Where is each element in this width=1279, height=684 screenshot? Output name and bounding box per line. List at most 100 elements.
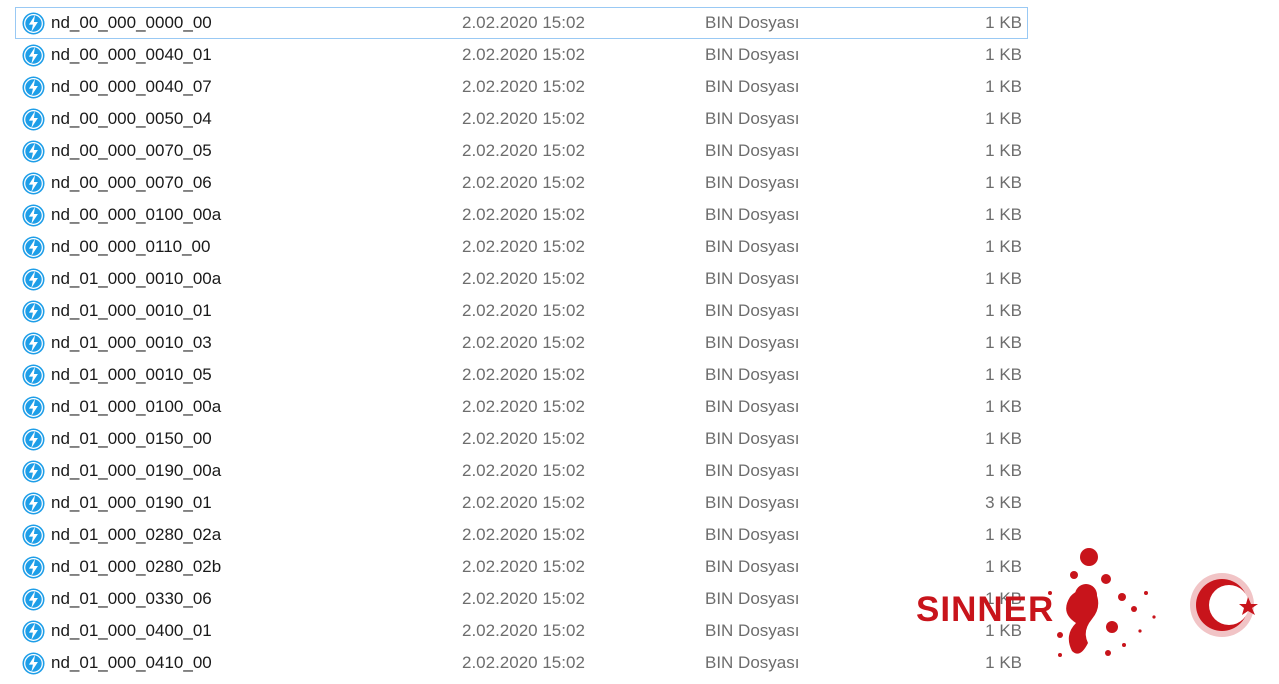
file-type: BIN Dosyası	[705, 365, 800, 384]
file-size: 1 KB	[985, 269, 1022, 288]
file-date-modified: 2.02.2020 15:02	[462, 109, 585, 128]
file-size: 1 KB	[985, 109, 1022, 128]
lightning-file-icon	[22, 140, 45, 163]
file-size: 1 KB	[985, 461, 1022, 480]
file-type: BIN Dosyası	[705, 461, 800, 480]
file-row[interactable]: nd_01_000_0100_00a 2.02.2020 15:02 BIN D…	[15, 391, 1028, 423]
file-type: BIN Dosyası	[705, 557, 800, 576]
lightning-file-icon	[22, 428, 45, 451]
file-name: nd_01_000_0010_03	[51, 333, 212, 352]
file-date-modified: 2.02.2020 15:02	[462, 461, 585, 480]
file-type: BIN Dosyası	[705, 109, 800, 128]
file-name: nd_01_000_0400_01	[51, 621, 212, 640]
lightning-file-icon	[22, 236, 45, 259]
lightning-file-icon	[22, 620, 45, 643]
file-row[interactable]: nd_01_000_0010_00a 2.02.2020 15:02 BIN D…	[15, 263, 1028, 295]
file-date-modified: 2.02.2020 15:02	[462, 397, 585, 416]
file-row[interactable]: nd_01_000_0010_01 2.02.2020 15:02 BIN Do…	[15, 295, 1028, 327]
file-size: 1 KB	[985, 205, 1022, 224]
file-row[interactable]: nd_01_000_0150_00 2.02.2020 15:02 BIN Do…	[15, 423, 1028, 455]
file-type: BIN Dosyası	[705, 621, 800, 640]
file-type: BIN Dosyası	[705, 205, 800, 224]
file-name: nd_00_000_0070_05	[51, 141, 212, 160]
file-date-modified: 2.02.2020 15:02	[462, 333, 585, 352]
file-row[interactable]: nd_00_000_0040_07 2.02.2020 15:02 BIN Do…	[15, 71, 1028, 103]
file-type: BIN Dosyası	[705, 653, 800, 672]
file-size: 3 KB	[985, 493, 1022, 512]
file-row[interactable]: nd_01_000_0190_01 2.02.2020 15:02 BIN Do…	[15, 487, 1028, 519]
file-size: 1 KB	[985, 45, 1022, 64]
file-row[interactable]: nd_00_000_0050_04 2.02.2020 15:02 BIN Do…	[15, 103, 1028, 135]
lightning-file-icon	[22, 12, 45, 35]
file-name: nd_00_000_0070_06	[51, 173, 212, 192]
lightning-file-icon	[22, 588, 45, 611]
file-type: BIN Dosyası	[705, 301, 800, 320]
file-name: nd_01_000_0410_00	[51, 653, 212, 672]
file-date-modified: 2.02.2020 15:02	[462, 13, 585, 32]
file-row[interactable]: nd_00_000_0070_05 2.02.2020 15:02 BIN Do…	[15, 135, 1028, 167]
lightning-file-icon	[22, 172, 45, 195]
file-name: nd_00_000_0100_00a	[51, 205, 222, 224]
file-date-modified: 2.02.2020 15:02	[462, 493, 585, 512]
file-name: nd_00_000_0040_07	[51, 77, 212, 96]
file-type: BIN Dosyası	[705, 13, 800, 32]
file-name: nd_01_000_0190_01	[51, 493, 212, 512]
file-name: nd_01_000_0010_05	[51, 365, 212, 384]
file-row[interactable]: nd_01_000_0410_00 2.02.2020 15:02 BIN Do…	[15, 647, 1028, 679]
file-size: 1 KB	[985, 173, 1022, 192]
file-row[interactable]: nd_01_000_0280_02a 2.02.2020 15:02 BIN D…	[15, 519, 1028, 551]
file-row[interactable]: nd_01_000_0400_01 2.02.2020 15:02 BIN Do…	[15, 615, 1028, 647]
file-type: BIN Dosyası	[705, 141, 800, 160]
file-date-modified: 2.02.2020 15:02	[462, 589, 585, 608]
file-date-modified: 2.02.2020 15:02	[462, 557, 585, 576]
lightning-file-icon	[22, 204, 45, 227]
svg-text:SINNER: SINNER	[916, 590, 1054, 629]
file-row[interactable]: nd_00_000_0000_00 2.02.2020 15:02 BIN Do…	[15, 7, 1028, 39]
lightning-file-icon	[22, 652, 45, 675]
file-row[interactable]: nd_00_000_0040_01 2.02.2020 15:02 BIN Do…	[15, 39, 1028, 71]
file-name: nd_01_000_0330_06	[51, 589, 212, 608]
file-row[interactable]: nd_01_000_0190_00a 2.02.2020 15:02 BIN D…	[15, 455, 1028, 487]
file-date-modified: 2.02.2020 15:02	[462, 141, 585, 160]
lightning-file-icon	[22, 76, 45, 99]
file-row[interactable]: nd_01_000_0280_02b 2.02.2020 15:02 BIN D…	[15, 551, 1028, 583]
file-name: nd_01_000_0100_00a	[51, 397, 222, 416]
file-row[interactable]: nd_01_000_0010_03 2.02.2020 15:02 BIN Do…	[15, 327, 1028, 359]
file-type: BIN Dosyası	[705, 237, 800, 256]
file-type: BIN Dosyası	[705, 333, 800, 352]
file-list: nd_00_000_0000_00 2.02.2020 15:02 BIN Do…	[15, 7, 1028, 679]
file-size: 1 KB	[985, 237, 1022, 256]
file-size: 1 KB	[985, 365, 1022, 384]
file-type: BIN Dosyası	[705, 173, 800, 192]
file-row[interactable]: nd_01_000_0010_05 2.02.2020 15:02 BIN Do…	[15, 359, 1028, 391]
file-row[interactable]: nd_00_000_0100_00a 2.02.2020 15:02 BIN D…	[15, 199, 1028, 231]
file-name: nd_00_000_0110_00	[51, 237, 211, 256]
file-date-modified: 2.02.2020 15:02	[462, 429, 585, 448]
file-date-modified: 2.02.2020 15:02	[462, 525, 585, 544]
file-type: BIN Dosyası	[705, 589, 800, 608]
file-size: 1 KB	[985, 141, 1022, 160]
file-name: nd_00_000_0040_01	[51, 45, 212, 64]
file-size: 1 KB	[985, 429, 1022, 448]
file-date-modified: 2.02.2020 15:02	[462, 45, 585, 64]
file-type: BIN Dosyası	[705, 429, 800, 448]
file-type: BIN Dosyası	[705, 269, 800, 288]
file-size: 1 KB	[985, 13, 1022, 32]
file-row[interactable]: nd_00_000_0070_06 2.02.2020 15:02 BIN Do…	[15, 167, 1028, 199]
lightning-file-icon	[22, 492, 45, 515]
file-row[interactable]: nd_00_000_0110_00 2.02.2020 15:02 BIN Do…	[15, 231, 1028, 263]
file-date-modified: 2.02.2020 15:02	[462, 301, 585, 320]
lightning-file-icon	[22, 524, 45, 547]
lightning-file-icon	[22, 300, 45, 323]
file-date-modified: 2.02.2020 15:02	[462, 173, 585, 192]
file-type: BIN Dosyası	[705, 525, 800, 544]
file-type: BIN Dosyası	[705, 77, 800, 96]
file-name: nd_00_000_0000_00	[51, 13, 212, 32]
file-row[interactable]: nd_01_000_0330_06 2.02.2020 15:02 BIN Do…	[15, 583, 1028, 615]
file-name: nd_01_000_0190_00a	[51, 461, 222, 480]
sinner-watermark-logo: SINNER	[910, 535, 1270, 679]
file-size: 1 KB	[985, 77, 1022, 96]
file-name: nd_01_000_0150_00	[51, 429, 212, 448]
file-name: nd_01_000_0010_01	[51, 301, 212, 320]
lightning-file-icon	[22, 556, 45, 579]
